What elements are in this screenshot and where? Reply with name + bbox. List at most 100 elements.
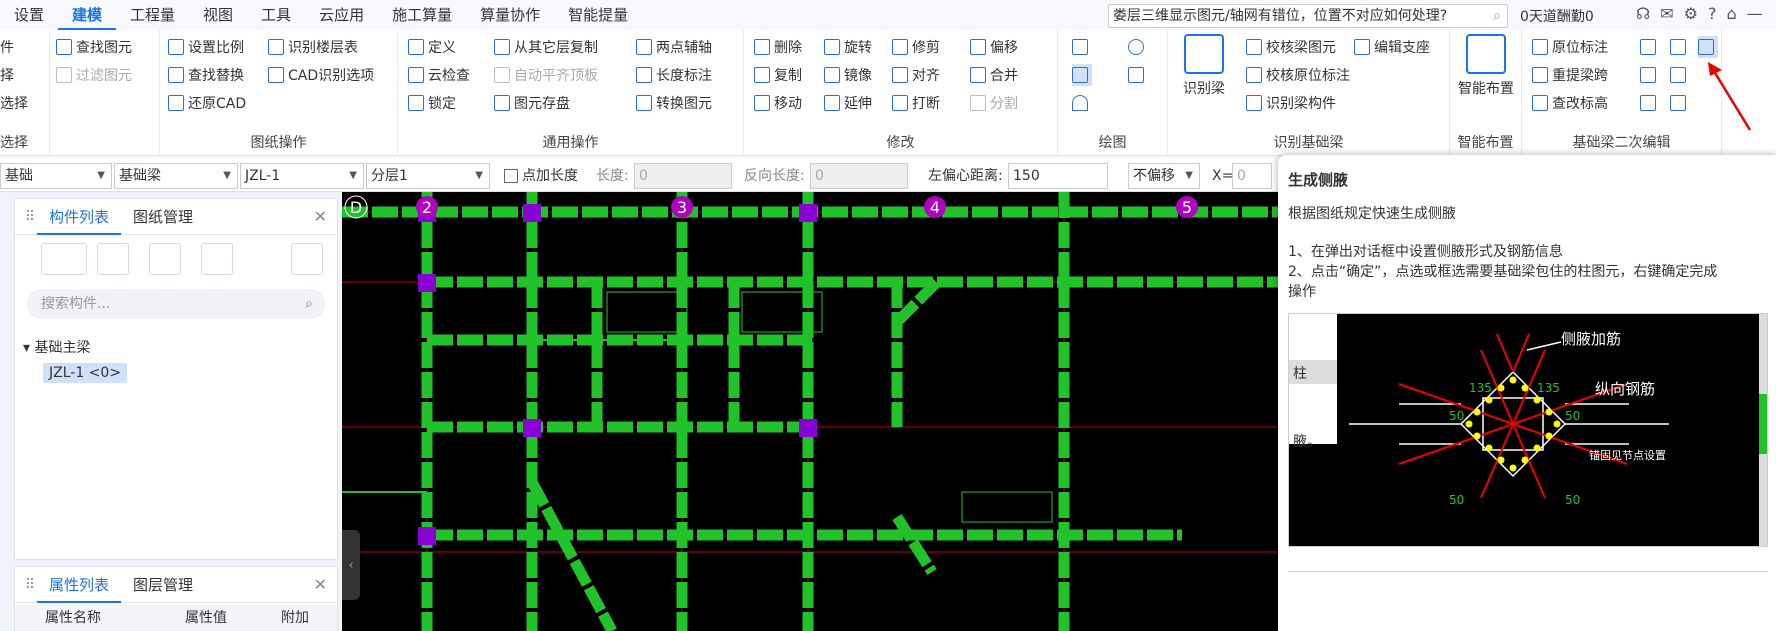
close-icon[interactable]: ✕ xyxy=(314,575,327,594)
add-length-checkbox[interactable] xyxy=(504,169,518,183)
filter-element-button[interactable]: 过滤图元 xyxy=(56,64,132,86)
shirt-icon[interactable]: ⌂ xyxy=(1726,4,1736,23)
beam-tool-f-button[interactable] xyxy=(1670,92,1690,114)
rect-draw-button[interactable] xyxy=(1128,64,1148,86)
tab-layer-management[interactable]: 图层管理 xyxy=(121,567,205,603)
check-elevation-button[interactable]: 查改标高 xyxy=(1532,92,1608,114)
grip-icon[interactable]: ⠿ xyxy=(23,209,37,225)
beam-tool-c-button[interactable] xyxy=(1640,64,1660,86)
copy-component-button[interactable] xyxy=(97,243,129,275)
copy-button[interactable]: 复制 xyxy=(754,64,802,86)
offset-input[interactable]: 150 xyxy=(1008,163,1108,189)
recognize-component-button[interactable]: 识别梁构件 xyxy=(1246,92,1336,114)
two-point-axis-button[interactable]: 两点辅轴 xyxy=(636,36,712,58)
type-select[interactable]: 基础梁 ▼ xyxy=(114,163,238,189)
beam-tool-e-button[interactable] xyxy=(1640,92,1660,114)
headset-icon[interactable]: ☊ xyxy=(1636,4,1650,23)
delete-button[interactable]: 删除 xyxy=(754,36,802,58)
close-icon[interactable]: ✕ xyxy=(314,207,327,226)
component-search-input[interactable]: 搜索构件... ⌕ xyxy=(27,289,325,319)
floor-select[interactable]: 基础 ▼ xyxy=(0,163,112,189)
lock-button[interactable]: 锁定 xyxy=(408,92,456,114)
tab-property-list[interactable]: 属性列表 xyxy=(37,567,122,603)
convert-element-button[interactable]: 转换图元 xyxy=(636,92,712,114)
chat-icon[interactable]: ✉ xyxy=(1660,4,1673,23)
align-button[interactable]: 对齐 xyxy=(892,64,940,86)
menu-collab[interactable]: 算量协作 xyxy=(466,0,554,30)
collapse-panel-button[interactable]: ‹ xyxy=(342,530,360,600)
restore-cad-button[interactable]: 还原CAD xyxy=(168,92,246,114)
delete-component-button[interactable] xyxy=(149,243,181,275)
point-draw-button[interactable] xyxy=(1072,36,1092,58)
search-icon[interactable]: ⌕ xyxy=(1493,5,1501,27)
tab-component-list[interactable]: 构件列表 xyxy=(37,199,122,235)
find-replace-button[interactable]: 查找替换 xyxy=(168,64,244,86)
split-button[interactable]: 分割 xyxy=(970,92,1018,114)
rotate-button[interactable]: 旋转 xyxy=(824,36,872,58)
search-icon[interactable]: ⌕ xyxy=(305,289,313,319)
component-select[interactable]: JZL-1 ▼ xyxy=(240,163,364,189)
gear-icon[interactable]: ⚙ xyxy=(1684,4,1698,23)
move-button[interactable]: 移动 xyxy=(754,92,802,114)
find-element-button[interactable]: 查找图元 xyxy=(56,36,132,58)
help-icon[interactable]: ? xyxy=(1708,4,1717,23)
new-component-button[interactable] xyxy=(41,243,87,275)
select-item-3[interactable]: 选择 xyxy=(0,92,28,114)
notice-search-box[interactable]: 娄层三维显示图元/轴网有错位，位置不对应如何处理? ⌕ xyxy=(1108,4,1508,28)
split-icon xyxy=(970,95,986,111)
menu-cloud[interactable]: 云应用 xyxy=(305,0,378,30)
arc-draw-button[interactable] xyxy=(1072,92,1092,114)
edit-support-button[interactable]: 编辑支座 xyxy=(1354,36,1430,58)
grip-icon[interactable]: ⠿ xyxy=(23,577,37,593)
generate-haunch-button[interactable] xyxy=(1698,36,1718,58)
tree-group-main-beam[interactable]: ▾ 基础主梁 xyxy=(23,337,90,357)
break-button[interactable]: 打断 xyxy=(892,92,940,114)
menu-tools[interactable]: 工具 xyxy=(247,0,305,30)
save-element-button[interactable]: 图元存盘 xyxy=(494,92,570,114)
cad-options-button[interactable]: CAD识别选项 xyxy=(268,64,374,86)
check-beam-button[interactable]: 校核梁图元 xyxy=(1246,36,1336,58)
line-draw-button[interactable] xyxy=(1072,64,1092,86)
merge-button[interactable]: 合并 xyxy=(970,64,1018,86)
menu-smart[interactable]: 智能提量 xyxy=(554,0,642,30)
auto-align-slab-button[interactable]: 自动平齐顶板 xyxy=(494,64,598,86)
copy-from-layer-button[interactable]: 从其它层复制 xyxy=(494,36,598,58)
select-item-1[interactable]: 件 xyxy=(0,36,14,58)
extend-button[interactable]: 延伸 xyxy=(824,92,872,114)
mirror-button[interactable]: 镜像 xyxy=(824,64,872,86)
fig-angle-right: 135 xyxy=(1537,381,1560,395)
menu-quantity[interactable]: 工程量 xyxy=(116,0,189,30)
replace-icon xyxy=(168,67,184,83)
cloud-check-button[interactable]: 云检查 xyxy=(408,64,470,86)
layer-select[interactable]: 分层1 ▼ xyxy=(366,163,490,189)
menu-settings[interactable]: 设置 xyxy=(0,0,58,30)
menu-construction[interactable]: 施工算量 xyxy=(378,0,466,30)
select-item-2[interactable]: 择 xyxy=(0,64,14,86)
trim-button[interactable]: 修剪 xyxy=(892,36,940,58)
expand-button[interactable] xyxy=(291,243,323,275)
tab-drawing-management[interactable]: 图纸管理 xyxy=(121,199,205,235)
beam-tool-d-button[interactable] xyxy=(1670,64,1690,86)
check-annotation-button[interactable]: 校核原位标注 xyxy=(1246,64,1350,86)
reverse-length-input[interactable]: 0 xyxy=(810,163,908,189)
recognize-floor-table-button[interactable]: 识别楼层表 xyxy=(268,36,358,58)
recognize-beam-button[interactable]: 识别梁 xyxy=(1174,34,1234,98)
shift-select[interactable]: 不偏移 ▼ xyxy=(1128,163,1200,189)
length-dimension-button[interactable]: 长度标注 xyxy=(636,64,712,86)
set-scale-button[interactable]: 设置比例 xyxy=(168,36,244,58)
smart-layout-button[interactable]: 智能布置 xyxy=(1456,34,1516,98)
define-button[interactable]: 定义 xyxy=(408,36,456,58)
tree-item-jzl-1[interactable]: JZL-1 <0> xyxy=(43,363,128,383)
circle-draw-button[interactable] xyxy=(1128,36,1148,58)
minimize-icon[interactable]: — xyxy=(1747,4,1763,23)
layer-copy-button[interactable] xyxy=(201,243,233,275)
beam-tool-b-button[interactable] xyxy=(1670,36,1690,58)
beam-tool-a-button[interactable] xyxy=(1640,36,1660,58)
menu-modeling[interactable]: 建模 xyxy=(58,0,117,30)
in-place-annotation-button[interactable]: 原位标注 xyxy=(1532,36,1608,58)
menu-view[interactable]: 视图 xyxy=(189,0,247,30)
offset-button[interactable]: 偏移 xyxy=(970,36,1018,58)
re-extract-span-button[interactable]: 重提梁跨 xyxy=(1532,64,1608,86)
length-input[interactable]: 0 xyxy=(634,163,732,189)
x-input[interactable]: 0 xyxy=(1232,163,1272,189)
